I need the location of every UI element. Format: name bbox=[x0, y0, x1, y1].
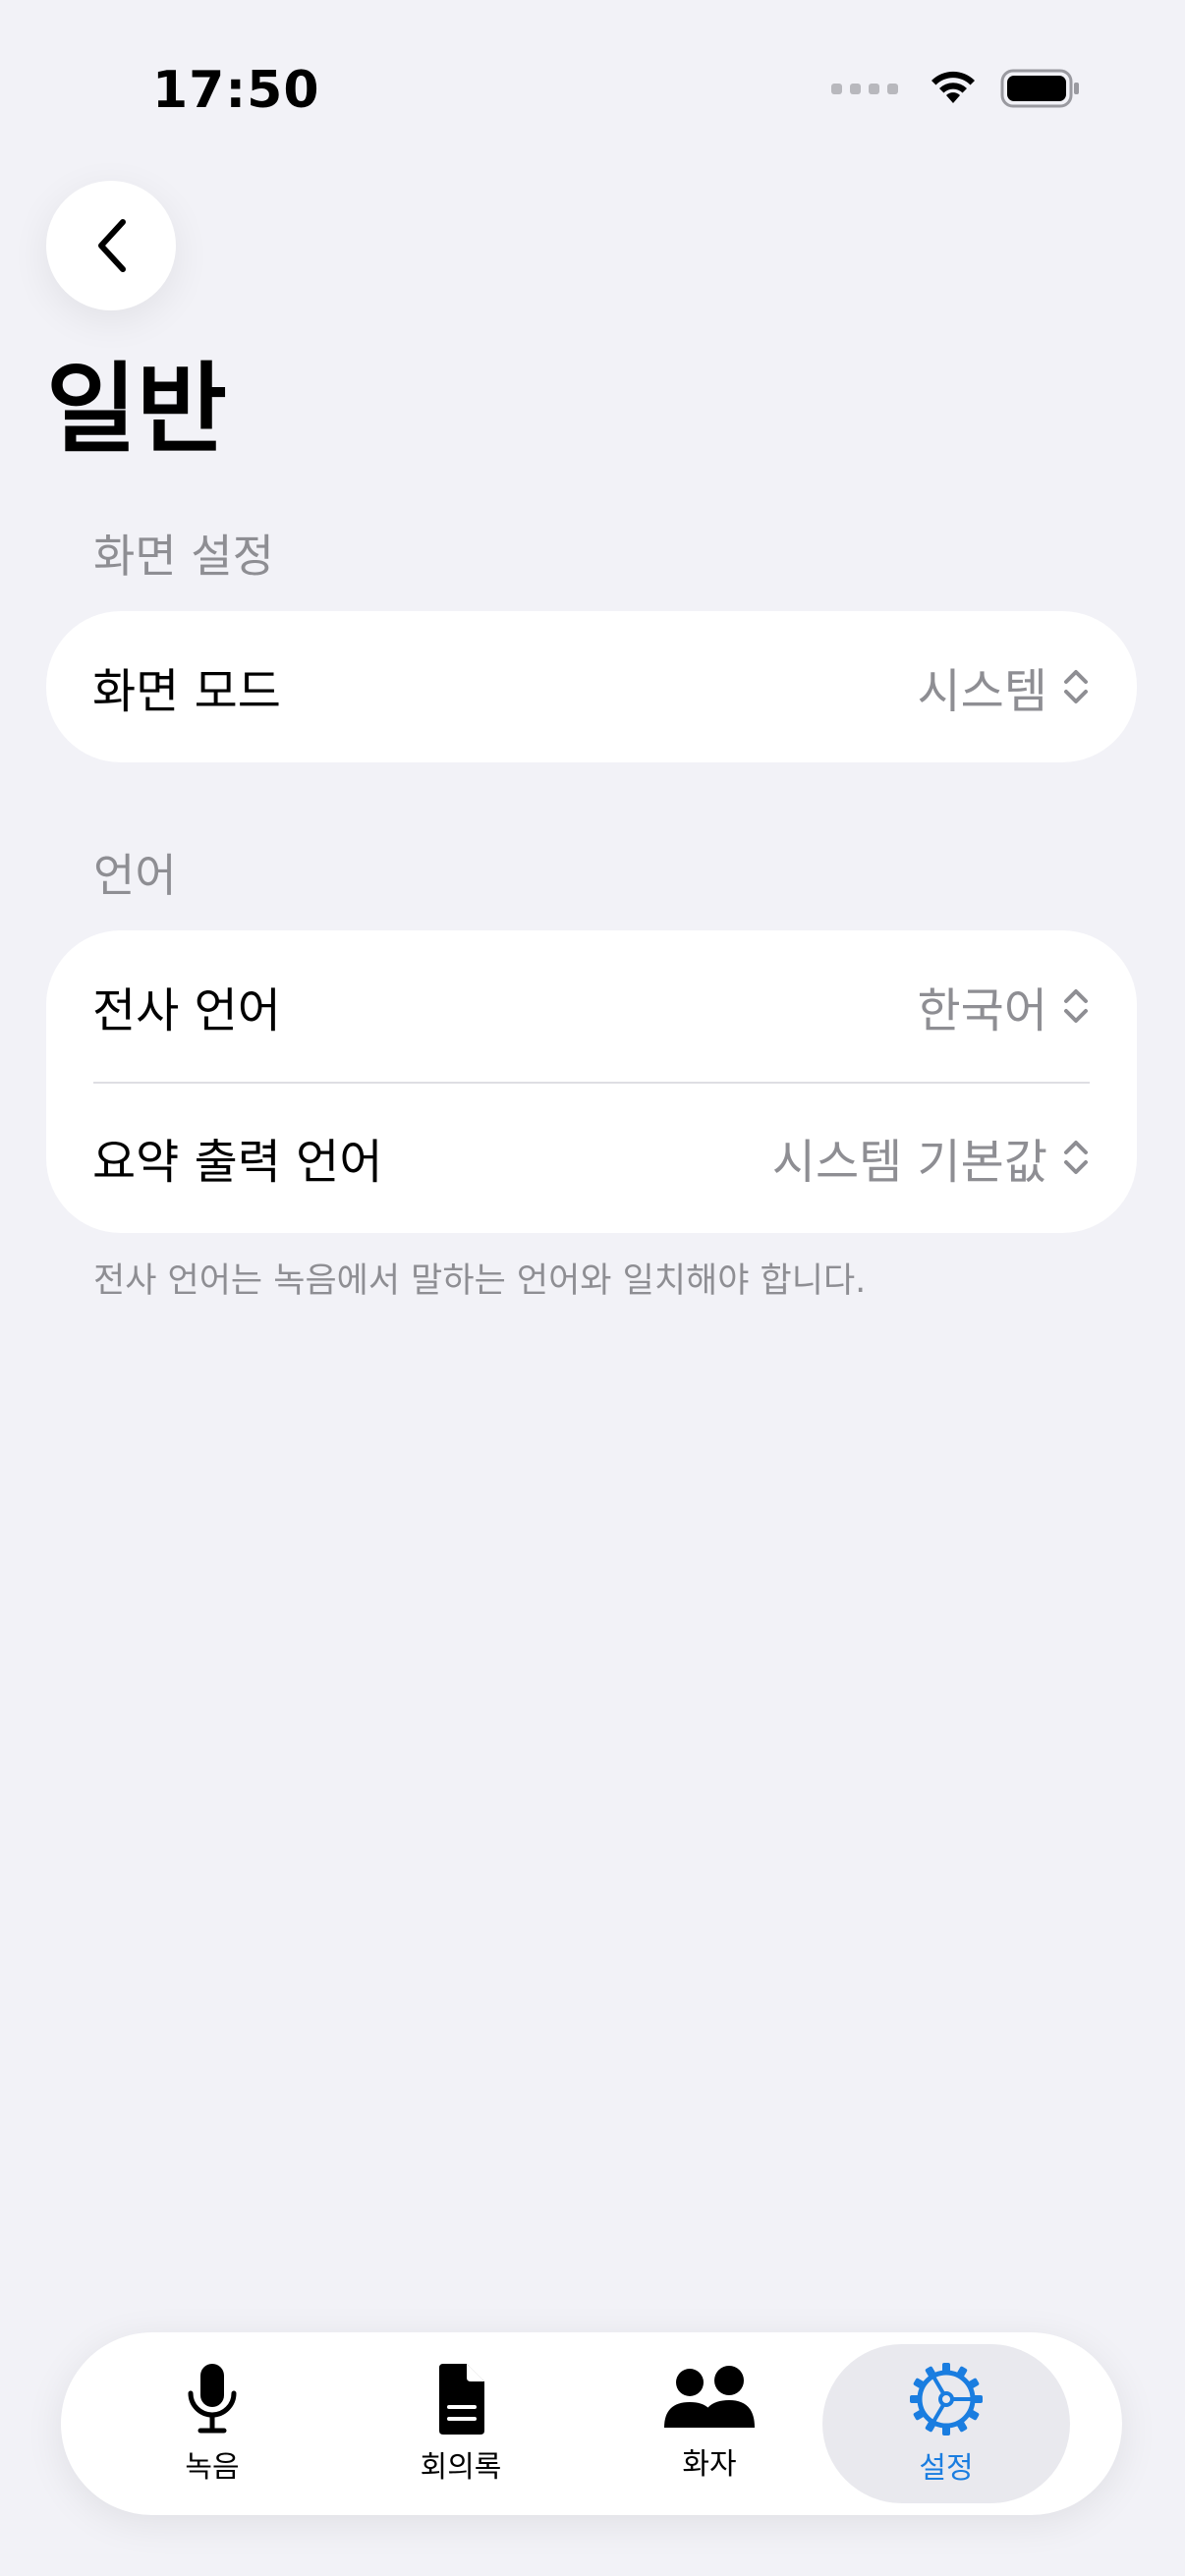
tab-label: 설정 bbox=[919, 2451, 974, 2486]
section-header-display: 화면 설정 bbox=[93, 530, 274, 583]
tab-settings[interactable]: 설정 bbox=[822, 2344, 1070, 2503]
language-footnote: 전사 언어는 녹음에서 말하는 언어와 일치해야 합니다. bbox=[93, 1261, 867, 1301]
row-label: 요약 출력 언어 bbox=[92, 1135, 383, 1190]
row-label: 전사 언어 bbox=[92, 983, 281, 1038]
people-icon bbox=[664, 2366, 755, 2428]
tab-label: 녹음 bbox=[185, 2450, 240, 2485]
tab-label: 화자 bbox=[682, 2447, 737, 2482]
row-value: 한국어 bbox=[917, 983, 1047, 1038]
page-title: 일반 bbox=[46, 352, 227, 467]
row-value: 시스템 기본값 bbox=[771, 1135, 1047, 1190]
tab-label: 회의록 bbox=[420, 2450, 502, 2485]
tab-speakers[interactable]: 화자 bbox=[586, 2344, 833, 2503]
chevron-up-down-icon bbox=[1064, 989, 1088, 1023]
row-summary-output-language[interactable]: 요약 출력 언어 시스템 기본값 bbox=[46, 1082, 1137, 1233]
row-display-mode[interactable]: 화면 모드 시스템 bbox=[46, 611, 1137, 762]
row-value: 시스템 bbox=[917, 664, 1047, 719]
cellular-signal-icon bbox=[831, 83, 898, 94]
language-settings-card: 전사 언어 한국어 요약 출력 언어 시스템 기본값 bbox=[46, 930, 1137, 1233]
row-transcription-language[interactable]: 전사 언어 한국어 bbox=[46, 930, 1137, 1082]
document-icon bbox=[439, 2364, 484, 2435]
back-button[interactable] bbox=[46, 181, 176, 310]
chevron-left-icon bbox=[98, 219, 126, 272]
summary-language-picker[interactable]: 시스템 기본값 bbox=[772, 1123, 1091, 1192]
status-indicators bbox=[831, 69, 1081, 108]
status-time: 17:50 bbox=[152, 61, 320, 120]
display-settings-card: 화면 모드 시스템 bbox=[46, 611, 1137, 762]
chevron-up-down-icon bbox=[1064, 1141, 1088, 1174]
tab-record[interactable]: 녹음 bbox=[88, 2344, 336, 2503]
status-bar: 17:50 bbox=[0, 0, 1185, 187]
row-label: 화면 모드 bbox=[92, 664, 281, 719]
display-mode-picker[interactable]: 시스템 bbox=[918, 652, 1091, 721]
section-header-language: 언어 bbox=[93, 849, 177, 902]
tab-bar: 녹음 회의록 화자 설정 bbox=[61, 2332, 1122, 2515]
transcription-language-picker[interactable]: 한국어 bbox=[918, 972, 1091, 1040]
battery-icon bbox=[1000, 69, 1079, 108]
gear-icon bbox=[910, 2363, 983, 2436]
chevron-up-down-icon bbox=[1064, 670, 1088, 703]
mic-icon bbox=[188, 2364, 237, 2434]
tab-minutes[interactable]: 회의록 bbox=[337, 2344, 585, 2503]
wifi-icon bbox=[931, 71, 975, 103]
